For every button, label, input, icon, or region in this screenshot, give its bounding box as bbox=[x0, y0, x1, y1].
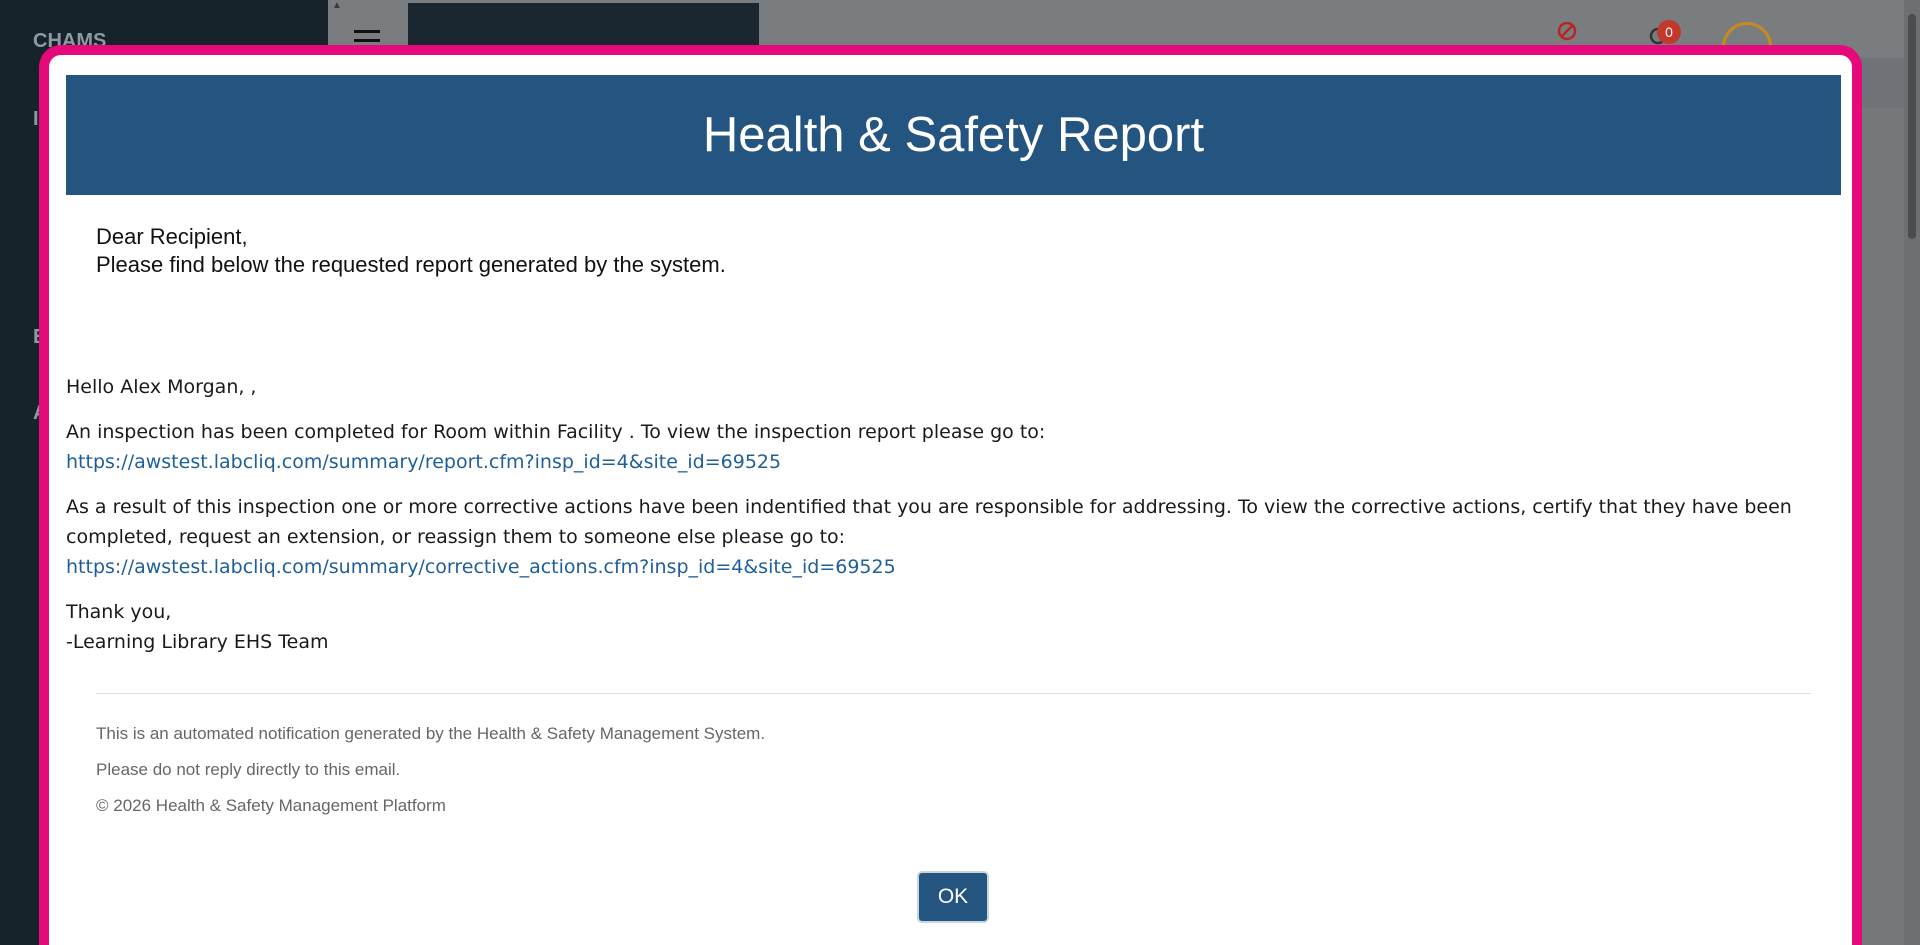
ok-button[interactable]: OK bbox=[917, 871, 989, 923]
signoff-paragraph: Thank you, -Learning Library EHS Team bbox=[66, 597, 1846, 657]
corrective-actions-link[interactable]: https://awstest.labcliq.com/summary/corr… bbox=[66, 556, 896, 578]
footer-line-3: © 2026 Health & Safety Management Platfo… bbox=[96, 796, 446, 815]
page-scrollbar[interactable] bbox=[1904, 0, 1920, 945]
thanks-line: Thank you, bbox=[66, 601, 172, 623]
inspection-paragraph: An inspection has been completed for Roo… bbox=[66, 417, 1846, 477]
hello-line: Hello Alex Morgan, , bbox=[66, 376, 257, 398]
greeting-line-2: Please find below the requested report g… bbox=[96, 252, 726, 277]
email-body: Hello Alex Morgan, , An inspection has b… bbox=[66, 372, 1846, 672]
footer-line-2: Please do not reply directly to this ema… bbox=[96, 760, 401, 779]
footer-notes: This is an automated notification genera… bbox=[96, 716, 765, 824]
greeting-block: Dear Recipient, Please find below the re… bbox=[96, 223, 726, 279]
report-modal: Health & Safety Report Dear Recipient, P… bbox=[39, 45, 1862, 945]
greeting-line-1: Dear Recipient, bbox=[96, 224, 248, 249]
inspection-report-link[interactable]: https://awstest.labcliq.com/summary/repo… bbox=[66, 451, 781, 473]
report-header-title: Health & Safety Report bbox=[66, 75, 1841, 195]
footer-line-1: This is an automated notification genera… bbox=[96, 724, 766, 743]
footer-divider bbox=[96, 693, 1811, 694]
inspection-text: An inspection has been completed for Roo… bbox=[66, 421, 1046, 443]
corrective-text: As a result of this inspection one or mo… bbox=[66, 496, 1792, 548]
scroll-up-arrow-icon[interactable]: ▲ bbox=[329, 0, 345, 14]
notification-count-badge: 0 bbox=[1657, 20, 1681, 44]
signature-line: -Learning Library EHS Team bbox=[66, 631, 329, 653]
corrective-paragraph: As a result of this inspection one or mo… bbox=[66, 492, 1846, 582]
